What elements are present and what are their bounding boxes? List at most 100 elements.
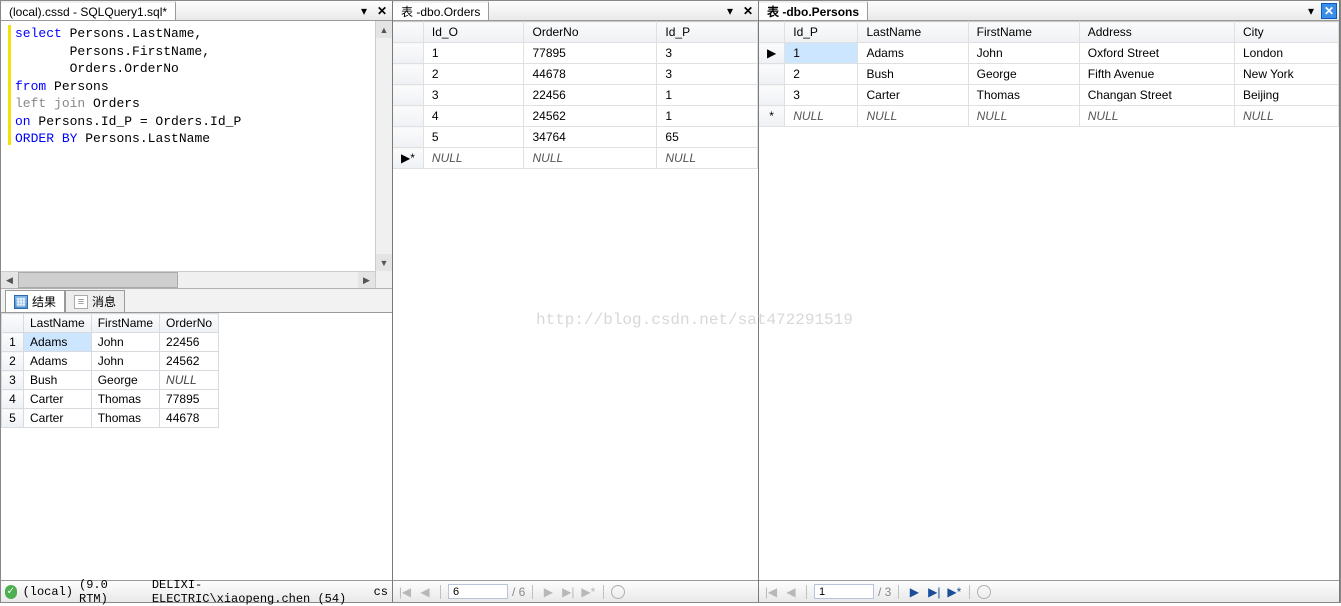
grid-cell[interactable]: 22456	[524, 85, 657, 106]
nav-next-icon[interactable]: ▶	[540, 584, 556, 600]
result-col-header[interactable]: LastName	[24, 314, 92, 333]
grid-cell[interactable]: 2	[785, 64, 858, 85]
result-cell[interactable]: Carter	[24, 409, 92, 428]
grid-col-header[interactable]	[393, 22, 423, 43]
result-cell[interactable]: 2	[2, 352, 24, 371]
row-header[interactable]: ▶*	[393, 148, 423, 169]
grid-cell[interactable]: 3	[785, 85, 858, 106]
orders-grid[interactable]: Id_OOrderNoId_P1778953244678332245614245…	[393, 21, 758, 580]
row-header[interactable]	[759, 85, 785, 106]
grid-cell[interactable]: 1	[657, 106, 758, 127]
grid-col-header[interactable]: Id_P	[785, 22, 858, 43]
result-cell[interactable]: Thomas	[91, 390, 159, 409]
result-cell[interactable]: Carter	[24, 390, 92, 409]
orders-tab-title[interactable]: 表 - dbo.Orders	[393, 1, 489, 20]
row-header[interactable]: *	[759, 106, 785, 127]
result-cell[interactable]: Bush	[24, 371, 92, 390]
scroll-up-icon[interactable]: ▲	[376, 21, 392, 38]
grid-cell[interactable]: 5	[423, 127, 524, 148]
result-cell[interactable]: NULL	[160, 371, 219, 390]
grid-cell[interactable]: Thomas	[968, 85, 1079, 106]
scroll-down-icon[interactable]: ▼	[376, 254, 392, 271]
grid-cell[interactable]: John	[968, 43, 1079, 64]
result-col-header[interactable]	[2, 314, 24, 333]
result-cell[interactable]: 4	[2, 390, 24, 409]
nav-next-icon[interactable]: ▶	[906, 584, 922, 600]
persons-grid[interactable]: Id_PLastNameFirstNameAddressCity▶1AdamsJ…	[759, 21, 1339, 580]
persons-tab-title[interactable]: 表 - dbo.Persons	[759, 1, 868, 20]
row-header[interactable]	[759, 64, 785, 85]
result-cell[interactable]: George	[91, 371, 159, 390]
grid-cell[interactable]: Fifth Avenue	[1079, 64, 1234, 85]
grid-cell[interactable]: 3	[657, 43, 758, 64]
grid-col-header[interactable]	[759, 22, 785, 43]
result-cell[interactable]: 1	[2, 333, 24, 352]
tab-menu-icon[interactable]: ▾	[356, 3, 372, 19]
close-icon[interactable]: ✕	[1321, 3, 1337, 19]
grid-cell[interactable]: George	[968, 64, 1079, 85]
result-cell[interactable]: Adams	[24, 333, 92, 352]
result-cell[interactable]: 44678	[160, 409, 219, 428]
grid-cell[interactable]: 77895	[524, 43, 657, 64]
grid-col-header[interactable]: Address	[1079, 22, 1234, 43]
grid-cell[interactable]: Beijing	[1234, 85, 1338, 106]
grid-cell[interactable]: Bush	[858, 64, 968, 85]
grid-cell[interactable]: New York	[1234, 64, 1338, 85]
grid-cell[interactable]: NULL	[968, 106, 1079, 127]
grid-col-header[interactable]: City	[1234, 22, 1338, 43]
grid-cell[interactable]: 1	[785, 43, 858, 64]
tab-messages[interactable]: ≡ 消息	[65, 290, 125, 312]
nav-first-icon[interactable]: |◀	[763, 584, 779, 600]
nav-prev-icon[interactable]: ◀	[783, 584, 799, 600]
grid-cell[interactable]: NULL	[423, 148, 524, 169]
result-col-header[interactable]: FirstName	[91, 314, 159, 333]
grid-cell[interactable]: 3	[423, 85, 524, 106]
tab-menu-icon[interactable]: ▾	[1303, 3, 1319, 19]
nav-last-icon[interactable]: ▶|	[926, 584, 942, 600]
grid-cell[interactable]: NULL	[657, 148, 758, 169]
grid-cell[interactable]: Oxford Street	[1079, 43, 1234, 64]
nav-position-input[interactable]	[448, 584, 508, 599]
grid-cell[interactable]: Carter	[858, 85, 968, 106]
row-header[interactable]	[393, 85, 423, 106]
result-cell[interactable]: 5	[2, 409, 24, 428]
grid-cell[interactable]: 1	[657, 85, 758, 106]
row-header[interactable]	[393, 127, 423, 148]
result-cell[interactable]: 24562	[160, 352, 219, 371]
scroll-left-icon[interactable]: ◀	[1, 272, 18, 288]
grid-cell[interactable]: NULL	[1079, 106, 1234, 127]
grid-col-header[interactable]: Id_O	[423, 22, 524, 43]
scroll-right-icon[interactable]: ▶	[358, 272, 375, 288]
grid-cell[interactable]: NULL	[1234, 106, 1338, 127]
nav-new-icon[interactable]: ▶*	[946, 584, 962, 600]
grid-cell[interactable]: 1	[423, 43, 524, 64]
grid-col-header[interactable]: OrderNo	[524, 22, 657, 43]
result-col-header[interactable]: OrderNo	[160, 314, 219, 333]
scroll-thumb[interactable]	[18, 272, 178, 288]
sql-tab-title[interactable]: (local).cssd - SQLQuery1.sql*	[1, 1, 176, 20]
grid-cell[interactable]: 44678	[524, 64, 657, 85]
grid-cell[interactable]: NULL	[524, 148, 657, 169]
row-header[interactable]	[393, 43, 423, 64]
close-icon[interactable]: ✕	[740, 3, 756, 19]
nav-last-icon[interactable]: ▶|	[560, 584, 576, 600]
tab-results[interactable]: ▦ 结果	[5, 290, 65, 312]
results-grid[interactable]: LastNameFirstNameOrderNo1AdamsJohn224562…	[1, 313, 392, 580]
grid-cell[interactable]: 65	[657, 127, 758, 148]
grid-cell[interactable]: 3	[657, 64, 758, 85]
vertical-scrollbar[interactable]: ▲ ▼	[375, 21, 392, 288]
nav-stop-icon[interactable]	[611, 585, 625, 599]
row-header[interactable]	[393, 106, 423, 127]
grid-col-header[interactable]: Id_P	[657, 22, 758, 43]
grid-cell[interactable]: 34764	[524, 127, 657, 148]
tab-menu-icon[interactable]: ▾	[722, 3, 738, 19]
grid-cell[interactable]: NULL	[785, 106, 858, 127]
row-header[interactable]	[393, 64, 423, 85]
result-cell[interactable]: 22456	[160, 333, 219, 352]
grid-cell[interactable]: Changan Street	[1079, 85, 1234, 106]
grid-cell[interactable]: 4	[423, 106, 524, 127]
grid-cell[interactable]: 24562	[524, 106, 657, 127]
grid-col-header[interactable]: FirstName	[968, 22, 1079, 43]
nav-prev-icon[interactable]: ◀	[417, 584, 433, 600]
close-icon[interactable]: ✕	[374, 3, 390, 19]
